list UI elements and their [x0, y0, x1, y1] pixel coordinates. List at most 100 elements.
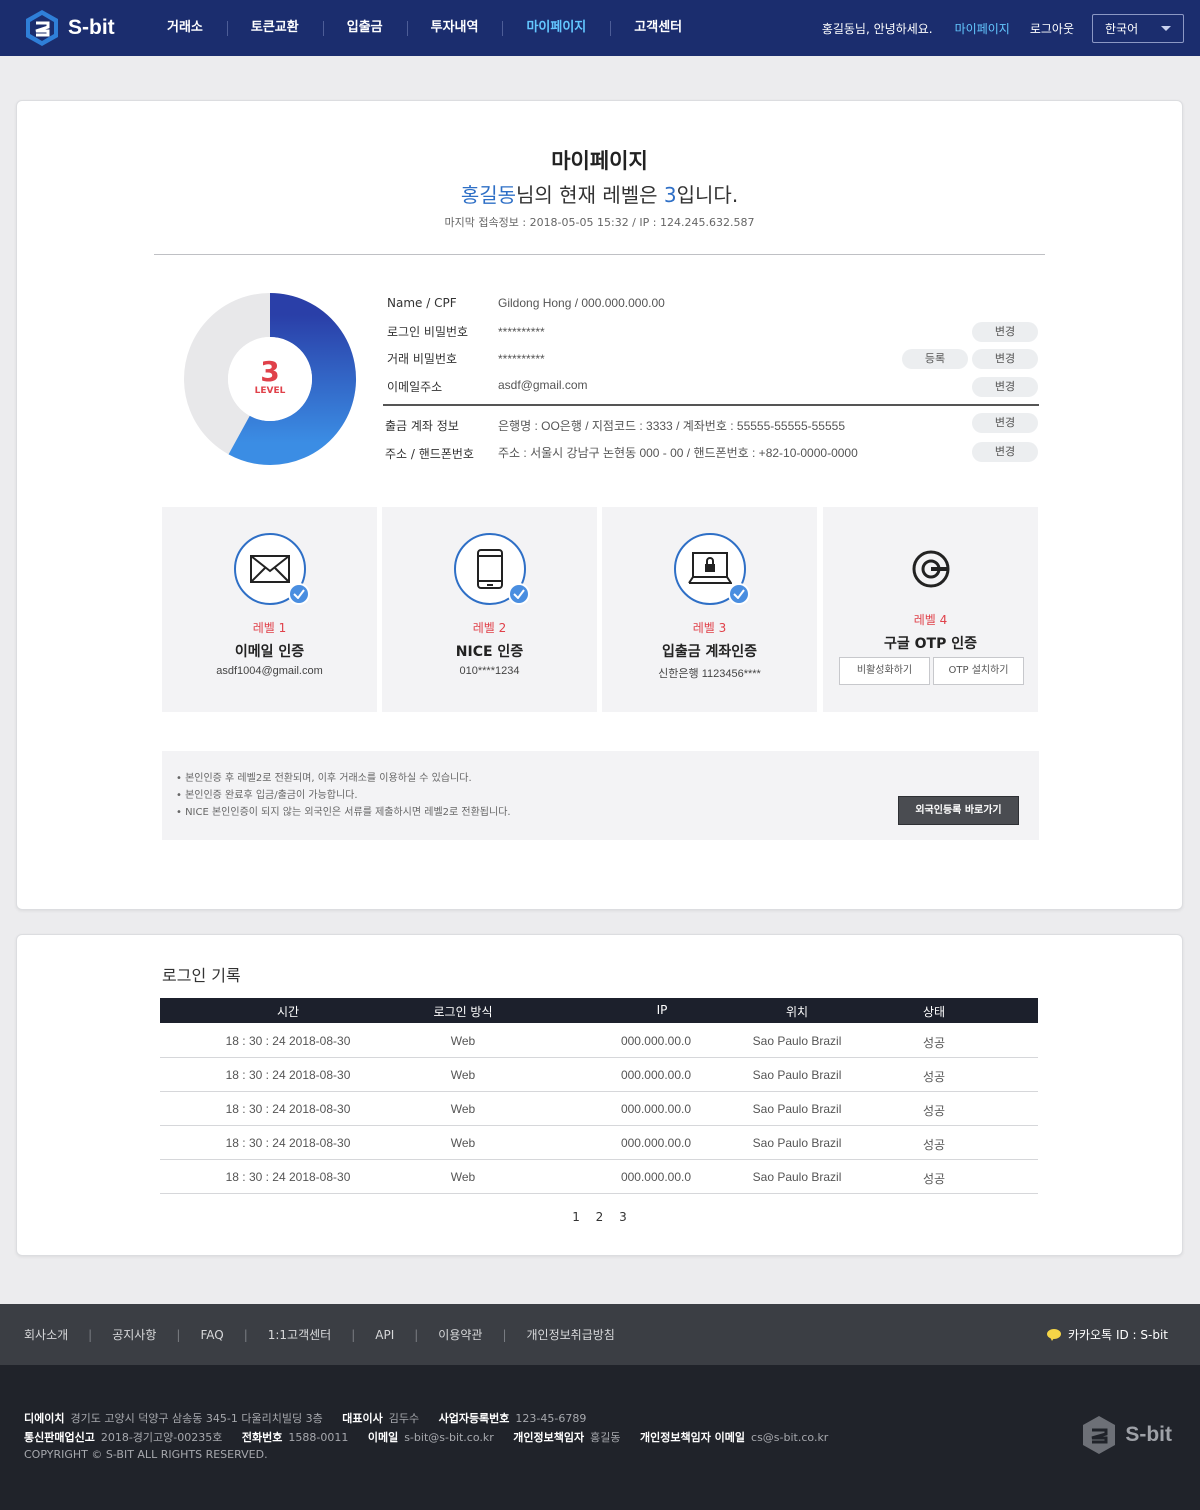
- level-1-name: 이메일 인증: [234, 644, 305, 660]
- row-value-email: asdf@gmail.com: [498, 378, 588, 392]
- level-summary: 홍길동님의 현재 레벨은 3입니다.: [17, 179, 1182, 208]
- level-number: 3: [663, 183, 677, 207]
- table-row: 18 : 30 : 24 2018-08-30 Web 000.000.00.0…: [160, 1126, 1038, 1160]
- level-3-name: 입출금 계좌인증: [661, 644, 758, 660]
- brand-logo[interactable]: S-bit: [24, 9, 115, 47]
- cell-ip: 000.000.00.0: [620, 1136, 692, 1150]
- otp-install-button[interactable]: OTP 설치하기: [933, 657, 1024, 685]
- nav-mypage[interactable]: 마이페이지: [502, 19, 610, 37]
- kakao-contact[interactable]: 카카오톡 ID : S-bit: [1046, 1304, 1168, 1365]
- cell-location: Sao Paulo Brazil: [752, 1034, 842, 1048]
- language-select[interactable]: 한국어: [1092, 13, 1184, 43]
- column-header-time: 시간: [276, 1005, 300, 1019]
- footer-privacy-label: 개인정보책임자: [513, 1431, 585, 1444]
- footer-links-bar: 회사소개 | 공지사항 | FAQ | 1:1고객센터 | API | 이용약관 | 개인정…: [0, 1304, 1200, 1365]
- column-header-method: 로그인 방식: [433, 1005, 493, 1019]
- last-access-info: 마지막 접속정보 : 2018-05-05 15:32 / IP : 124.2…: [444, 216, 755, 229]
- table-row: 18 : 30 : 24 2018-08-30 Web 000.000.00.0…: [160, 1024, 1038, 1058]
- envelope-icon: [250, 555, 290, 583]
- kakao-id: 카카오톡 ID : S-bit: [1067, 1328, 1168, 1342]
- row-label-login-password: 로그인 비밀번호: [387, 325, 469, 339]
- login-history-title: 로그인 기록: [162, 966, 241, 985]
- row-value-withdraw-account: 은행명 : OO은행 / 지점코드 : 3333 / 계좌번호 : 55555-…: [498, 419, 845, 433]
- donut-level-number: 3: [260, 355, 280, 388]
- nav-deposit-withdraw[interactable]: 입출금: [322, 19, 407, 37]
- change-login-password-button[interactable]: 변경: [972, 322, 1038, 342]
- page-title: 마이페이지: [551, 149, 648, 173]
- column-header-location: 위치: [785, 1005, 809, 1019]
- footer-link-terms[interactable]: 이용약관: [438, 1326, 482, 1343]
- info-divider: [383, 404, 1039, 406]
- change-email-button[interactable]: 변경: [972, 377, 1038, 397]
- footer-address: 경기도 고양시 덕양구 삼송동 345-1 다울리치빌딩 3층: [70, 1412, 323, 1425]
- cell-time: 18 : 30 : 24 2018-08-30: [225, 1034, 351, 1048]
- cell-ip: 000.000.00.0: [620, 1034, 692, 1048]
- footer-brand: S-bit: [1125, 1423, 1172, 1446]
- footer-link-privacy[interactable]: 개인정보취급방침: [527, 1326, 615, 1343]
- register-trade-password-button[interactable]: 등록: [902, 349, 968, 369]
- cell-method: Web: [450, 1136, 476, 1150]
- cell-method: Web: [450, 1102, 476, 1116]
- cell-method: Web: [450, 1068, 476, 1082]
- nav-customer-center[interactable]: 고객센터: [610, 19, 706, 37]
- footer-mailorder-label: 통신판매업신고: [24, 1431, 95, 1444]
- level-3-icon-circle: [674, 533, 750, 605]
- footer-ceo: 김두수: [388, 1412, 420, 1425]
- level-1-detail: asdf1004@gmail.com: [216, 665, 323, 677]
- login-history-card: 로그인 기록 시간 로그인 방식 IP 위치 상태 18 : 30 : 24 2…: [16, 934, 1183, 1256]
- level-2-tag: 레벨 2: [472, 621, 507, 635]
- table-header: 시간 로그인 방식 IP 위치 상태: [160, 998, 1038, 1023]
- mypage-link[interactable]: 마이페이지: [955, 20, 1010, 37]
- cell-method: Web: [450, 1034, 476, 1048]
- foreigner-registration-button[interactable]: 외국인등록 바로가기: [898, 796, 1019, 825]
- cell-status: 성공: [922, 1036, 946, 1050]
- change-withdraw-account-button[interactable]: 변경: [972, 413, 1038, 433]
- page-link-1[interactable]: 1: [572, 1210, 580, 1224]
- mypage-card: 마이페이지 홍길동님의 현재 레벨은 3입니다. 마지막 접속정보 : 2018…: [16, 100, 1183, 910]
- footer-link-faq[interactable]: FAQ: [200, 1328, 223, 1342]
- table-row: 18 : 30 : 24 2018-08-30 Web 000.000.00.0…: [160, 1092, 1038, 1126]
- level-text-post: 입니다.: [676, 183, 739, 207]
- verified-check-icon: [508, 583, 530, 605]
- level-2-icon-circle: [454, 533, 530, 605]
- logout-link[interactable]: 로그아웃: [1030, 20, 1074, 37]
- footer-company-label: 디에이치: [24, 1412, 65, 1425]
- level-text-pre: 님의 현재 레벨은: [516, 183, 664, 207]
- nav-token-swap[interactable]: 토큰교환: [226, 19, 323, 37]
- page-link-3[interactable]: 3: [619, 1210, 627, 1224]
- level-2-detail: 010****1234: [459, 665, 520, 677]
- footer-line-2: 통신판매업신고 2018-경기고양-00235호 전화번호 1588-0011 이메…: [24, 1429, 828, 1445]
- row-label-email: 이메일주소: [387, 380, 443, 394]
- footer-privacy-email: cs@s-bit.co.kr: [751, 1431, 829, 1444]
- footer-links: 회사소개 | 공지사항 | FAQ | 1:1고객센터 | API | 이용약관 | 개인정…: [24, 1326, 615, 1343]
- otp-disable-button[interactable]: 비활성화하기: [839, 657, 930, 685]
- cell-ip: 000.000.00.0: [620, 1102, 692, 1116]
- footer-link-notice[interactable]: 공지사항: [112, 1326, 156, 1343]
- cell-status: 성공: [922, 1172, 946, 1186]
- table-row: 18 : 30 : 24 2018-08-30 Web 000.000.00.0…: [160, 1058, 1038, 1092]
- nav-investment-history[interactable]: 투자내역: [406, 19, 503, 37]
- cell-location: Sao Paulo Brazil: [752, 1068, 842, 1082]
- nav-exchange[interactable]: 거래소: [143, 19, 227, 37]
- footer-phone: 1588-0011: [288, 1431, 349, 1444]
- cell-ip: 000.000.00.0: [620, 1170, 692, 1184]
- level-4-name: 구글 OTP 인증: [884, 636, 977, 652]
- page-link-2[interactable]: 2: [596, 1210, 604, 1224]
- change-address-phone-button[interactable]: 변경: [972, 442, 1038, 462]
- change-trade-password-button[interactable]: 변경: [972, 349, 1038, 369]
- smartphone-icon: [477, 549, 503, 589]
- level-1-card: 레벨 1 이메일 인증 asdf1004@gmail.com: [162, 507, 377, 712]
- brand-name: S-bit: [68, 16, 115, 39]
- footer-link-api[interactable]: API: [375, 1328, 394, 1342]
- cell-location: Sao Paulo Brazil: [752, 1136, 842, 1150]
- cell-location: Sao Paulo Brazil: [752, 1170, 842, 1184]
- divider: [154, 254, 1045, 255]
- hexagon-logo-icon: [1083, 1416, 1116, 1454]
- footer-link-about[interactable]: 회사소개: [24, 1326, 68, 1343]
- footer-link-support[interactable]: 1:1고객센터: [268, 1326, 331, 1343]
- top-header: S-bit 거래소 토큰교환 입출금 투자내역 마이페이지 고객센터 홍길동님,…: [0, 0, 1200, 56]
- cell-time: 18 : 30 : 24 2018-08-30: [225, 1136, 351, 1150]
- cell-status: 성공: [922, 1104, 946, 1118]
- verified-check-icon: [288, 583, 310, 605]
- level-1-icon-circle: [234, 533, 310, 605]
